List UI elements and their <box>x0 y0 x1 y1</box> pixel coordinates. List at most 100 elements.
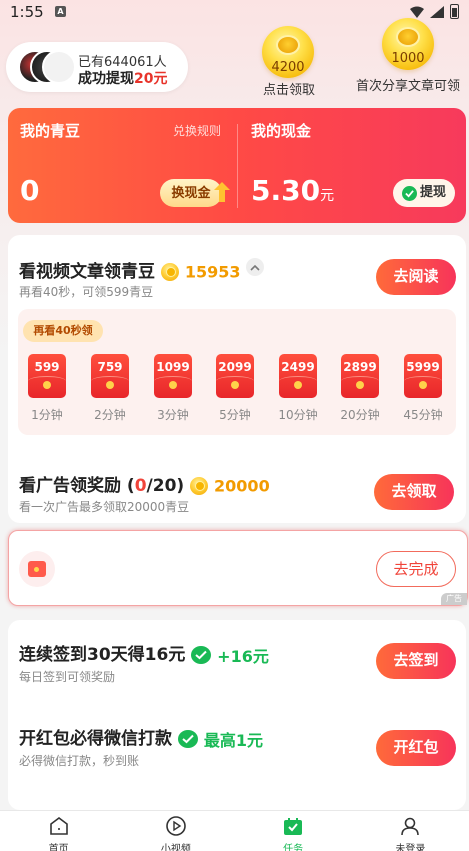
sign-task-bonus: +16元 <box>217 647 269 666</box>
coin1-amount: 4200 <box>271 60 305 75</box>
nav-item-tasks[interactable]: 任务 <box>235 811 352 851</box>
beans-label: 我的青豆 <box>20 122 81 140</box>
redpack-task-title: 开红包必得微信打款 <box>19 729 172 749</box>
coin2-caption[interactable]: 首次分享文章可领 <box>350 75 466 94</box>
red-packet-seal-icon <box>356 381 364 389</box>
coin-icon <box>190 477 209 495</box>
cash-value: 5.30 <box>251 174 321 207</box>
battery-icon <box>450 4 459 19</box>
red-packet[interactable]: 599 <box>28 354 66 398</box>
redpack-task-title-row: 开红包必得微信打款 最高1元 <box>19 724 263 751</box>
video-task-title-row: 看视频文章领青豆 15953 <box>19 257 241 282</box>
ad-task-progress-done: 0 <box>134 476 147 496</box>
red-packet-amount: 1099 <box>156 360 190 374</box>
red-packet[interactable]: 2099 <box>216 354 254 398</box>
user-icon <box>401 817 420 836</box>
chevron-up-icon[interactable] <box>246 258 264 276</box>
red-packet-seal-icon <box>419 381 427 389</box>
red-packet[interactable]: 1099 <box>154 354 192 398</box>
withdraw-button-label: 提现 <box>419 185 446 200</box>
ad-task-title-row: 看广告领奖励 (0/20) 20000 <box>19 471 270 496</box>
video-task-subtitle: 再看40秒，可领599青豆 <box>19 285 154 299</box>
wechat-icon <box>191 646 212 664</box>
nav-label: 未登录 <box>395 844 426 851</box>
red-packet-amount: 599 <box>34 360 60 374</box>
red-packet-label: 10分钟 <box>278 408 318 422</box>
divider <box>237 124 238 208</box>
play-circle-icon <box>166 816 186 836</box>
red-packet-seal-icon <box>169 381 177 389</box>
redpack-task-subtitle: 必得微信打款，秒到账 <box>19 754 140 768</box>
task-card-reading: 看视频文章领青豆 15953 再看40秒，可领599青豆 去阅读 再看40秒领 … <box>8 235 466 523</box>
cash-label: 我的现金 <box>251 122 312 140</box>
beans-value: 0 <box>20 174 40 207</box>
balance-card: 我的青豆 兑换规则 0 换现金 我的现金 5.30元 提现 <box>8 108 466 223</box>
wechat-icon <box>177 730 198 748</box>
arrow-up-icon <box>214 182 230 202</box>
red-packet-amount: 759 <box>97 360 123 374</box>
red-packet[interactable]: 5999 <box>404 354 442 398</box>
coin-icon <box>160 263 179 281</box>
status-icons <box>410 4 459 19</box>
red-packet-panel: 再看40秒领 599 1分钟 759 2分钟 1099 3分钟 2099 5分钟 2499 10分… <box>18 309 456 435</box>
sign-task-title: 连续签到30天得16元 <box>19 645 186 665</box>
coin-icon <box>276 35 300 55</box>
check-icon <box>401 185 417 201</box>
go-read-button[interactable]: 去阅读 <box>376 259 456 295</box>
sign-task-title-row: 连续签到30天得16元 +16元 <box>19 640 269 667</box>
task-card-signin: 连续签到30天得16元 +16元 每日签到可领奖励 去签到 开红包必得微信打款 … <box>8 620 466 810</box>
wifi-icon <box>410 6 424 18</box>
ad-task-title: 看广告领奖励 ( <box>19 476 135 496</box>
red-packet-label: 45分钟 <box>403 408 443 422</box>
exchange-rules-link[interactable]: 兑换规则 <box>173 122 221 139</box>
withdraw-amount: 20元 <box>134 71 168 87</box>
withdraw-button[interactable]: 提现 <box>393 179 455 207</box>
go-claim-button[interactable]: 去领取 <box>374 474 454 510</box>
red-packet-amount: 2499 <box>281 360 315 374</box>
red-packet-label: 1分钟 <box>31 408 63 422</box>
sign-task-subtitle: 每日签到可领奖励 <box>19 670 116 684</box>
bottom-nav: 首页 小视频 任务 未登录 <box>0 810 469 851</box>
red-packet-amount: 5999 <box>406 360 440 374</box>
red-packet-seal-icon <box>231 381 239 389</box>
coin2-amount: 1000 <box>391 51 425 66</box>
home-icon <box>49 817 68 835</box>
avatar <box>42 50 76 84</box>
go-complete-button[interactable]: 去完成 <box>376 551 456 587</box>
red-packet-label: 2分钟 <box>94 408 126 422</box>
nav-item-profile[interactable]: 未登录 <box>352 811 469 851</box>
red-packet-seal-icon <box>294 381 302 389</box>
red-packet[interactable]: 2499 <box>279 354 317 398</box>
ad-task-progress-total: /20) <box>146 476 185 496</box>
nav-item-home[interactable]: 首页 <box>0 811 117 851</box>
task-bag-icon <box>284 818 303 835</box>
nav-label: 首页 <box>48 844 69 851</box>
red-envelope-icon <box>19 551 55 587</box>
red-packet-label: 3分钟 <box>157 408 189 422</box>
red-packet[interactable]: 2899 <box>341 354 379 398</box>
cash-value-wrap: 5.30元 <box>251 174 334 207</box>
open-redpack-button[interactable]: 开红包 <box>376 730 456 766</box>
timer-pill: 再看40秒领 <box>23 320 103 342</box>
ad-promo-card[interactable]: 去完成 广告 <box>8 530 468 606</box>
video-task-coins: 15953 <box>184 262 241 282</box>
redpack-task-bonus: 最高1元 <box>203 731 263 750</box>
red-packet-seal-icon <box>106 381 114 389</box>
ad-tag: 广告 <box>441 593 467 605</box>
go-signin-button[interactable]: 去签到 <box>376 643 456 679</box>
withdraw-text-label: 成功提现 <box>78 71 134 87</box>
status-time: 1:55 <box>10 3 44 21</box>
red-packet[interactable]: 759 <box>91 354 129 398</box>
coin1-caption[interactable]: 点击领取 <box>258 79 320 98</box>
red-packet-label: 5分钟 <box>219 408 251 422</box>
red-packet-label: 20分钟 <box>340 408 380 422</box>
nav-item-short-video[interactable]: 小视频 <box>117 811 234 851</box>
video-task-title: 看视频文章领青豆 <box>19 262 155 282</box>
exchange-cash-button[interactable]: 换现金 <box>160 179 222 207</box>
ad-task-subtitle: 看一次广告最多领取20000青豆 <box>19 500 190 514</box>
withdraw-text: 成功提现20元 <box>78 68 167 88</box>
notification-a-icon: A <box>55 6 66 17</box>
withdraw-ticker: 已有644061人 成功提现20元 <box>6 42 188 92</box>
nav-label: 任务 <box>283 844 304 851</box>
coin-icon <box>396 27 420 47</box>
